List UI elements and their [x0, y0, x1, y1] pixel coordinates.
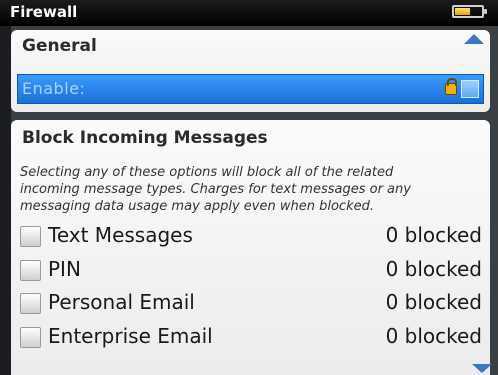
- option-label: PIN: [48, 257, 81, 281]
- battery-icon: [452, 5, 487, 18]
- scroll-up-arrow-icon[interactable]: [464, 34, 484, 44]
- option-text-messages[interactable]: Text Messages 0 blocked: [20, 221, 482, 251]
- blocked-count: 0 blocked: [385, 290, 482, 314]
- scroll-down-arrow-icon[interactable]: [472, 364, 492, 373]
- pin-checkbox[interactable]: [20, 260, 41, 281]
- enable-label: Enable:: [22, 79, 86, 98]
- enterprise-email-checkbox[interactable]: [20, 327, 41, 348]
- background-strip: [0, 26, 11, 375]
- option-enterprise-email[interactable]: Enterprise Email 0 blocked: [20, 322, 482, 352]
- app-title: Firewall: [10, 3, 78, 21]
- option-label: Personal Email: [48, 290, 195, 314]
- blocked-count: 0 blocked: [385, 223, 482, 247]
- text-messages-checkbox[interactable]: [20, 226, 41, 247]
- battery-level: [455, 8, 471, 15]
- blocked-count: 0 blocked: [385, 257, 482, 281]
- option-label: Enterprise Email: [48, 324, 213, 348]
- block-title: Block Incoming Messages: [22, 128, 268, 148]
- enable-field[interactable]: Enable:: [17, 74, 484, 104]
- enable-checkbox[interactable]: [461, 80, 479, 98]
- title-bar: Firewall: [0, 0, 498, 26]
- personal-email-checkbox[interactable]: [20, 293, 41, 314]
- option-personal-email[interactable]: Personal Email 0 blocked: [20, 288, 482, 318]
- blocked-count: 0 blocked: [385, 324, 482, 348]
- description-line: Selecting any of these options will bloc…: [20, 165, 394, 180]
- option-label: Text Messages: [48, 223, 193, 247]
- general-section: General Enable:: [11, 30, 490, 112]
- block-messages-section: Block Incoming Messages Selecting any of…: [11, 120, 490, 375]
- description-line: messaging data usage may apply even when…: [20, 199, 374, 214]
- block-description: Selecting any of these options will bloc…: [20, 164, 482, 215]
- description-line: incoming message types. Charges for text…: [20, 182, 411, 197]
- lock-icon: [445, 78, 457, 95]
- option-pin[interactable]: PIN 0 blocked: [20, 255, 482, 285]
- general-title: General: [22, 36, 97, 56]
